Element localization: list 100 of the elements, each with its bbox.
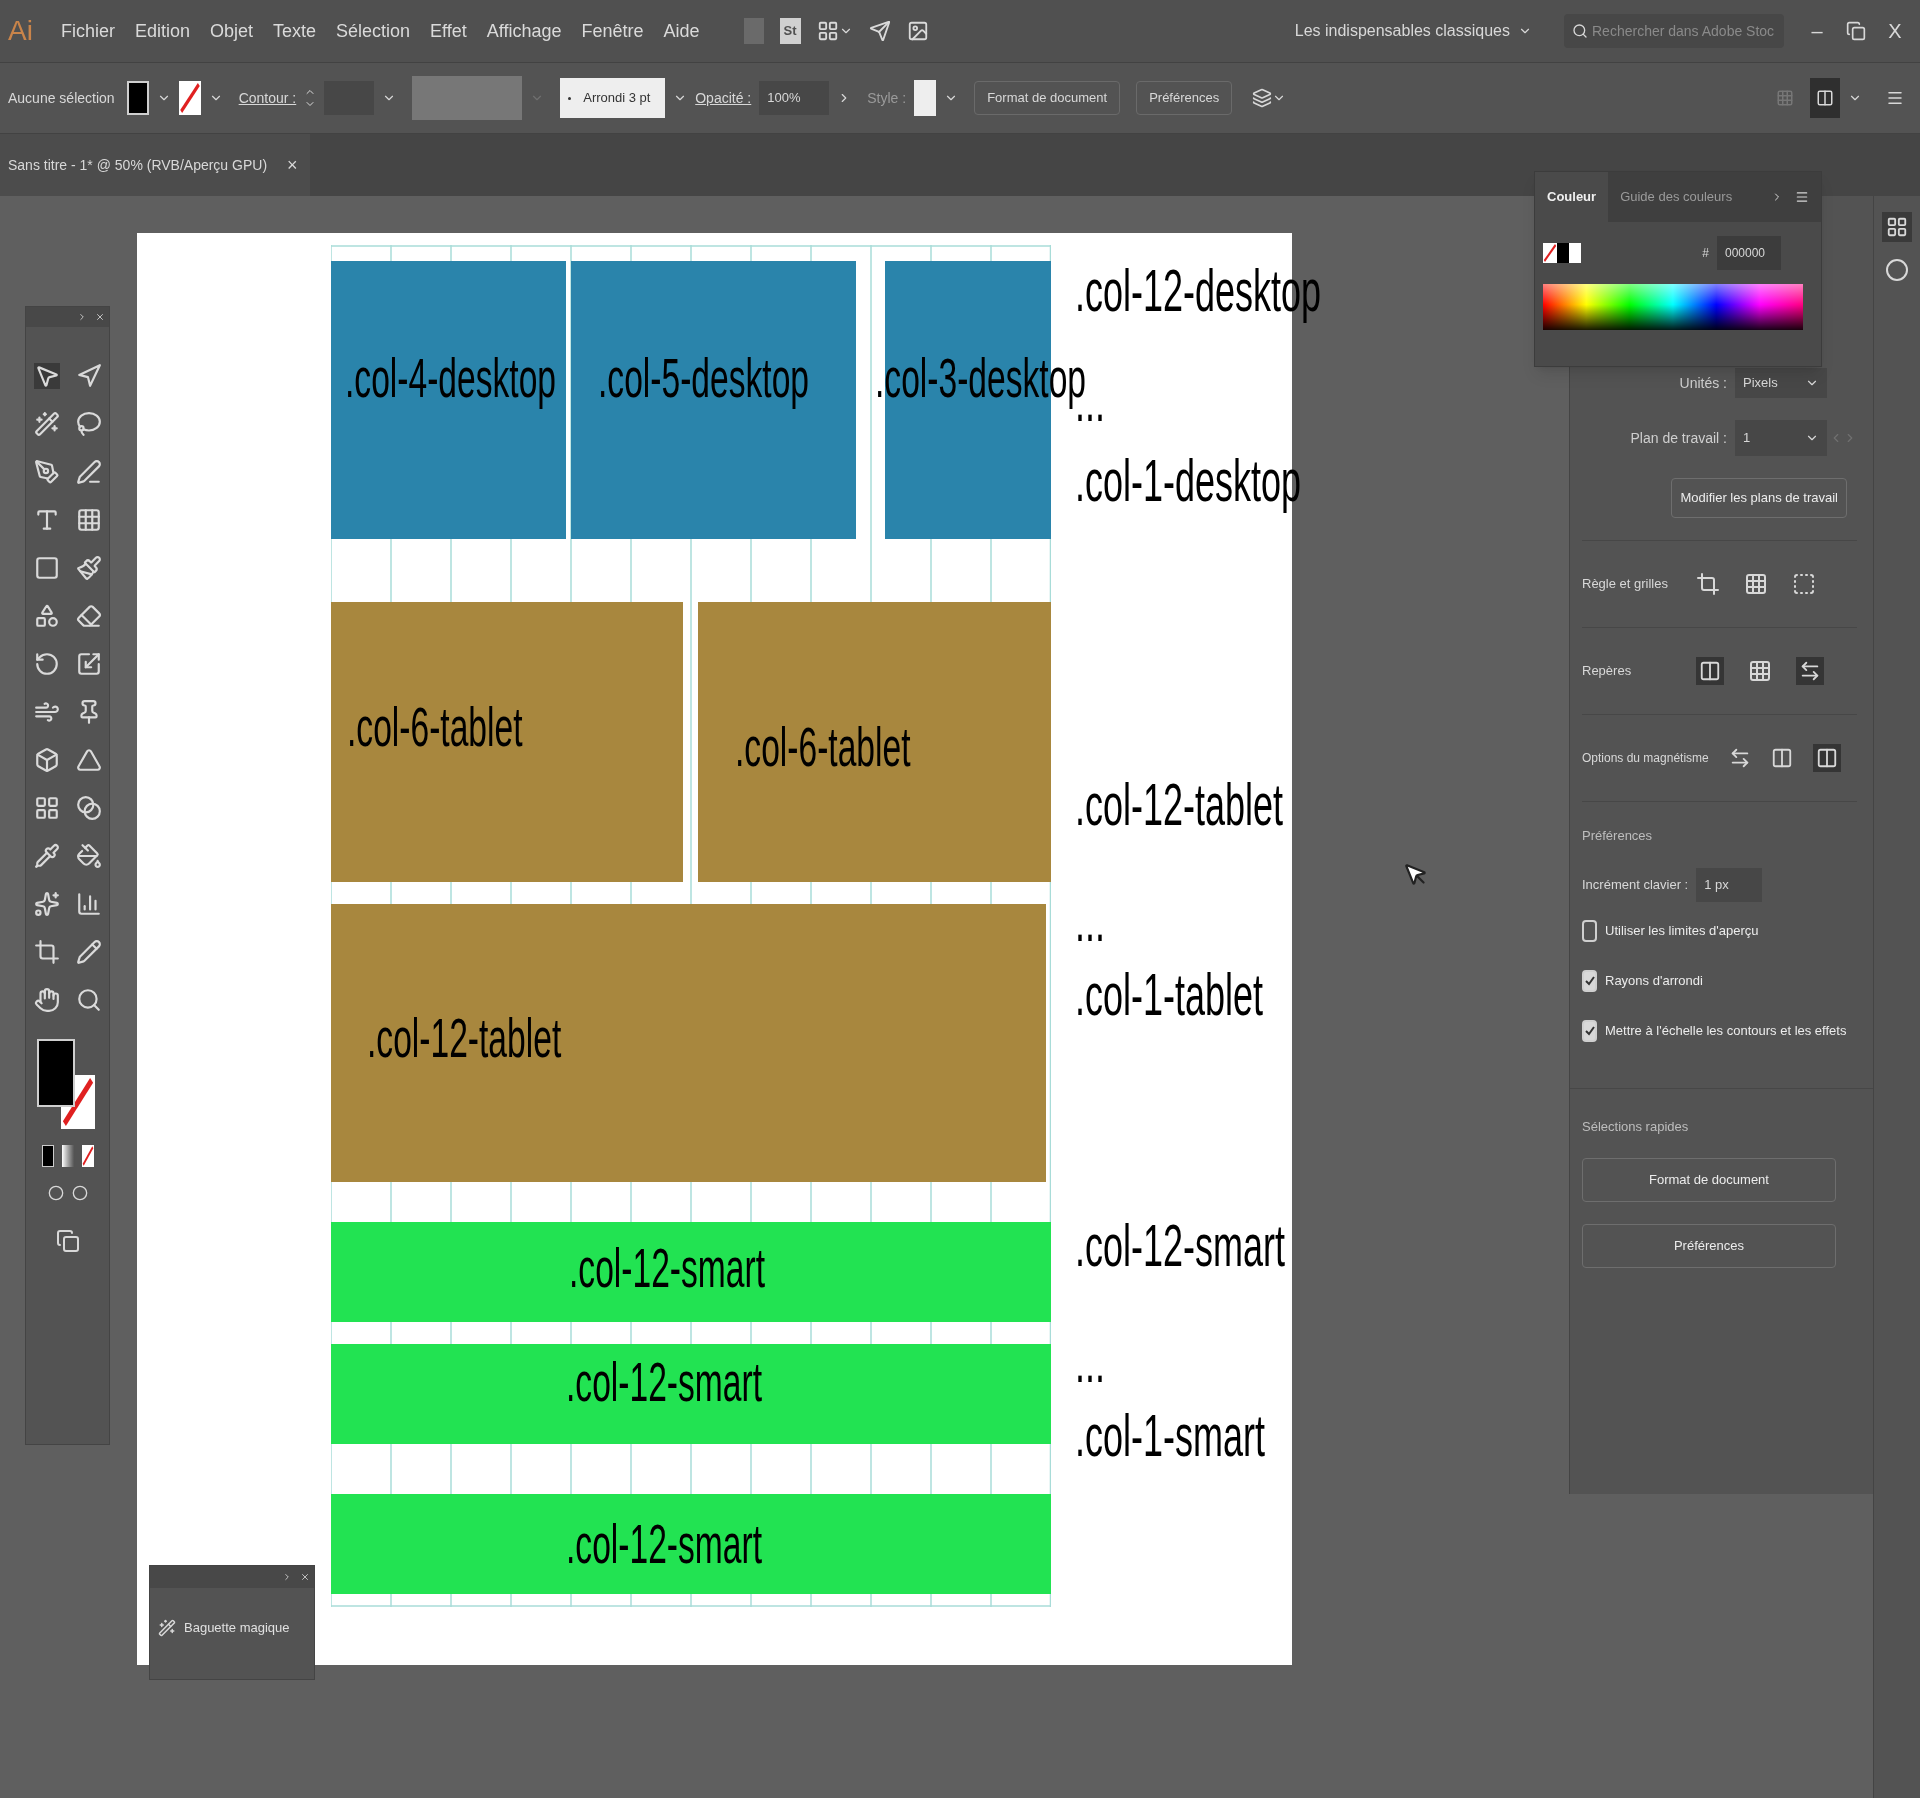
rotate-icon[interactable] [33, 651, 60, 677]
artboard-dropdown[interactable]: 1 [1735, 420, 1827, 456]
menu-item[interactable]: Aide [655, 17, 708, 45]
checkbox[interactable] [1582, 969, 1597, 992]
eyedropper-icon[interactable] [33, 843, 60, 869]
hand-icon[interactable] [33, 987, 60, 1013]
breakpoint-label: .col-12-smart [1075, 1216, 1286, 1276]
hex-field[interactable]: 000000 [1717, 236, 1781, 270]
gradient-mode-icon[interactable] [61, 1145, 74, 1167]
breakpoint-label: .col-1-smart [1075, 1406, 1265, 1466]
smart-guides-button[interactable] [1796, 657, 1824, 685]
panel-menu-icon[interactable] [1795, 190, 1809, 204]
quick-action-button[interactable]: Format de document [1582, 1158, 1836, 1202]
checkmark-icon [1584, 975, 1595, 986]
units-label: Unités : [1679, 373, 1727, 393]
menu-item[interactable]: Fichier [52, 17, 123, 45]
quick-action-button[interactable]: Préférences [1582, 1224, 1836, 1268]
triangle-icon[interactable] [75, 747, 102, 773]
style-label: Style : [867, 88, 907, 108]
fill-swatch[interactable] [36, 1039, 75, 1107]
brush-dropdown[interactable]: Arrondi 3 pt [560, 78, 666, 118]
eraser-icon[interactable] [75, 603, 102, 629]
rectangle-icon[interactable] [33, 555, 60, 581]
align-button[interactable] [1810, 78, 1840, 118]
stroke-swatch[interactable] [178, 81, 201, 115]
pencil-icon[interactable] [75, 939, 102, 965]
close-icon[interactable] [300, 1572, 310, 1582]
checkbox-label: Utiliser les limites d'aperçu [1605, 921, 1759, 940]
arrows-icon [1799, 660, 1821, 682]
menu-item[interactable]: Effet [422, 17, 475, 45]
layers-icon[interactable] [1252, 88, 1273, 108]
cube-icon[interactable] [33, 747, 60, 773]
properties-button[interactable] [1882, 212, 1912, 242]
selection-label: Aucune sélection [8, 88, 115, 108]
grid-icon[interactable] [1744, 572, 1768, 596]
app-badge[interactable]: St [779, 18, 801, 44]
scale-icon[interactable] [75, 651, 102, 677]
guides-button[interactable] [1696, 657, 1724, 685]
units-dropdown[interactable]: Pixels [1735, 368, 1827, 398]
collapse-icon[interactable] [282, 1572, 292, 1582]
close-button[interactable]: X [1878, 14, 1912, 48]
minimize-button[interactable]: – [1800, 14, 1834, 48]
bar-chart-icon[interactable] [75, 891, 102, 917]
image-icon[interactable] [906, 20, 929, 42]
close-icon[interactable] [95, 312, 105, 322]
snap-icon[interactable] [1770, 747, 1793, 769]
paintbrush-icon[interactable] [75, 555, 102, 581]
color-spectrum[interactable] [1543, 284, 1803, 330]
direct-arrow-icon[interactable] [75, 363, 102, 389]
increment-field[interactable]: 1 px [1696, 867, 1763, 902]
snap-button[interactable] [1812, 744, 1841, 772]
checkbox[interactable] [1582, 919, 1597, 942]
variable-width-field[interactable] [412, 76, 523, 120]
menu-item[interactable]: Edition [126, 17, 198, 45]
curvature-pen-icon[interactable] [75, 459, 102, 485]
grid-icon[interactable] [75, 507, 102, 533]
panel-title: Baguette magique [184, 1619, 290, 1637]
style-swatch[interactable] [914, 80, 937, 116]
toolbar-button[interactable]: Format de document [974, 81, 1121, 115]
shapes-icon[interactable] [33, 603, 60, 629]
panel-tab[interactable]: Couleur [1535, 172, 1609, 222]
menu-item[interactable]: Texte [265, 17, 325, 45]
search-icon [1572, 23, 1588, 39]
magic-wand-icon[interactable] [33, 411, 60, 437]
zoom-icon[interactable] [75, 987, 102, 1013]
search-field[interactable]: Rechercher dans Adobe Stoc [1564, 14, 1784, 48]
color-mode-icon[interactable] [41, 1145, 54, 1167]
paper-plane-icon[interactable] [868, 20, 891, 42]
menu-item[interactable]: Objet [201, 17, 261, 45]
stroke-swatch[interactable] [1543, 243, 1557, 263]
menu-item[interactable]: Fenêtre [573, 17, 652, 45]
restore-icon[interactable] [1846, 21, 1866, 41]
toolbar-button[interactable]: Préférences [1136, 81, 1233, 115]
collapse-icon[interactable] [77, 312, 87, 322]
fill-swatch[interactable] [126, 81, 149, 115]
tab-close[interactable]: × [283, 151, 302, 179]
layout-icon[interactable] [816, 20, 839, 42]
checkbox-label: Rayons d'arrondi [1605, 971, 1703, 990]
fill-swatch[interactable] [1557, 243, 1569, 263]
transparency-grid-icon[interactable] [1792, 572, 1816, 596]
panel-tab[interactable]: Guide des couleurs [1608, 172, 1745, 222]
opacity-field[interactable]: 100% [759, 81, 830, 115]
edit-artboards-button[interactable]: Modifier les plans de travail [1671, 478, 1847, 518]
color-swatch[interactable] [1569, 243, 1581, 263]
workspace-switcher[interactable]: Les indispensables classiques [1282, 11, 1544, 51]
screen-mode-icon[interactable] [55, 1229, 80, 1253]
menu-icon[interactable] [1886, 89, 1904, 107]
none-mode-icon[interactable] [81, 1145, 94, 1167]
menu-item[interactable]: Sélection [328, 17, 419, 45]
menu-item[interactable]: Affichage [478, 17, 570, 45]
document-tab[interactable]: Sans titre - 1* @ 50% (RVB/Aperçu GPU) × [0, 134, 310, 196]
column-label: .col-12-smart [569, 1240, 766, 1296]
checkbox[interactable] [1582, 1019, 1597, 1042]
arrow-pointer-icon[interactable] [33, 363, 60, 389]
increment-label: Incrément clavier : [1582, 875, 1689, 894]
column-label: .col-6-tablet [347, 699, 523, 755]
paint-bucket-icon[interactable] [75, 843, 102, 869]
column-label: .col-6-tablet [735, 719, 911, 775]
pen-icon[interactable] [33, 459, 60, 485]
lasso-icon[interactable] [75, 411, 102, 437]
